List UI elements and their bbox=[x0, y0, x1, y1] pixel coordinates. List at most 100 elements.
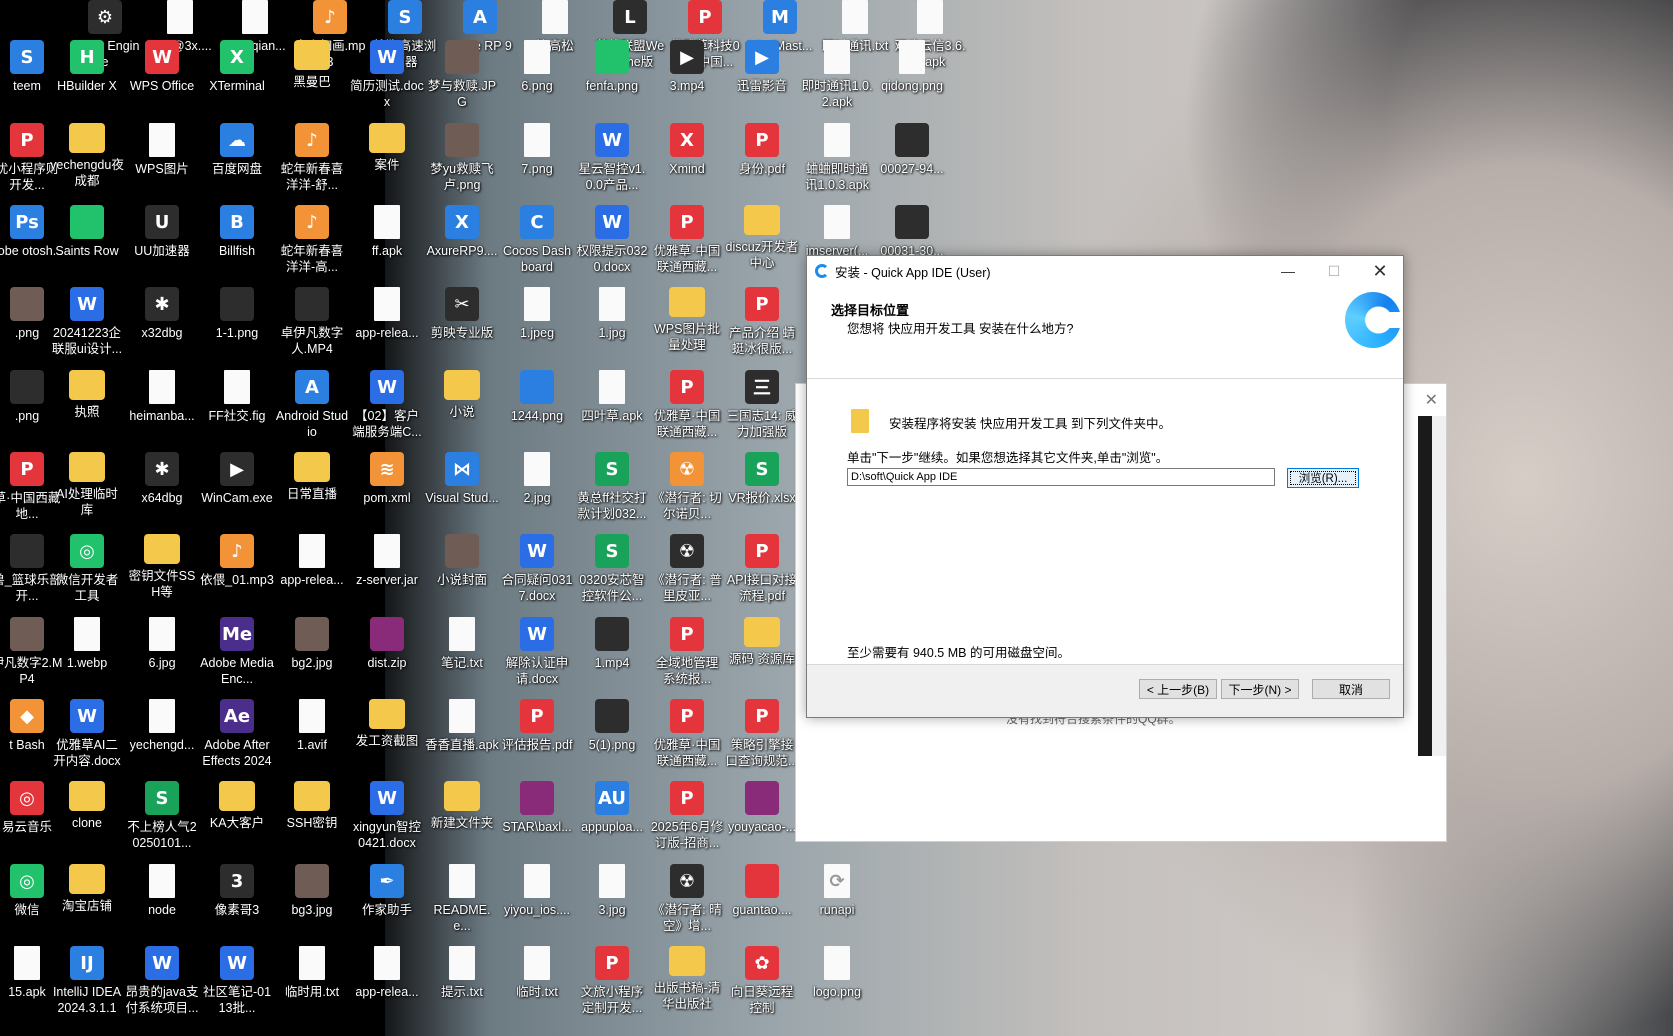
desktop-icon[interactable]: S 0320安芯智控软件公... bbox=[575, 534, 649, 604]
desktop-icon[interactable]: W 20241223企联服ui设计... bbox=[50, 287, 124, 357]
desktop-icon[interactable]: P 2025年6月修订版-招商... bbox=[650, 781, 724, 851]
desktop-icon[interactable]: 源码 资源库 bbox=[725, 617, 799, 667]
desktop-icon[interactable]: 1.mp4 bbox=[575, 617, 649, 671]
desktop-icon[interactable]: P 优雅草·中国联通西藏... bbox=[650, 370, 724, 440]
desktop-icon[interactable]: youyacao-... bbox=[725, 781, 799, 835]
desktop-icon[interactable]: ▶ 3.mp4 bbox=[650, 40, 724, 94]
desktop-icon[interactable]: P 评估报告.pdf bbox=[500, 699, 574, 753]
desktop-icon[interactable]: 1.jpeg bbox=[500, 287, 574, 341]
desktop-icon[interactable]: AI处理临时库 bbox=[50, 452, 124, 518]
desktop-icon[interactable]: P 文旅小程序定制开发... bbox=[575, 946, 649, 1016]
next-button[interactable]: 下一步(N) > bbox=[1221, 679, 1299, 699]
desktop-icon[interactable]: 00031-30... bbox=[875, 205, 949, 259]
cancel-button[interactable]: 取消 bbox=[1312, 679, 1390, 699]
desktop-icon[interactable]: 1.avif bbox=[275, 699, 349, 753]
desktop-icon[interactable]: U UU加速器 bbox=[125, 205, 199, 259]
desktop-icon[interactable]: P 优雅草·中国联通西藏... bbox=[650, 205, 724, 275]
desktop-icon[interactable]: clone bbox=[50, 781, 124, 831]
desktop-icon[interactable]: 案件 bbox=[350, 123, 424, 173]
desktop-icon[interactable]: 1-1.png bbox=[200, 287, 274, 341]
desktop-icon[interactable]: Me Adobe Media Enc... bbox=[200, 617, 274, 687]
desktop-icon[interactable]: dist.zip bbox=[350, 617, 424, 671]
scrollbar[interactable] bbox=[1432, 416, 1446, 756]
desktop-icon[interactable]: W 权限提示0320.docx bbox=[575, 205, 649, 275]
desktop-icon[interactable]: 小说 bbox=[425, 370, 499, 420]
desktop-icon[interactable]: yechengdu夜成都 bbox=[50, 123, 124, 189]
desktop-icon[interactable]: ☁ 百度网盘 bbox=[200, 123, 274, 177]
desktop-icon[interactable]: 密钥文件SSH等 bbox=[125, 534, 199, 600]
desktop-icon[interactable]: 即时通讯1.0.2.apk bbox=[800, 40, 874, 110]
desktop-icon[interactable]: W 昂贵的java支付系统项目... bbox=[125, 946, 199, 1016]
desktop-icon[interactable]: 临时.txt bbox=[500, 946, 574, 1000]
desktop-icon[interactable]: yechengd... bbox=[125, 699, 199, 753]
desktop-icon[interactable]: ≋ pom.xml bbox=[350, 452, 424, 506]
desktop-icon[interactable]: ✱ x32dbg bbox=[125, 287, 199, 341]
desktop-icon[interactable]: P 策略引擎接口查询规范... bbox=[725, 699, 799, 769]
desktop-icon[interactable]: SSH密钥 bbox=[275, 781, 349, 831]
desktop-icon[interactable]: z-server.jar bbox=[350, 534, 424, 588]
desktop-icon[interactable]: heimanba... bbox=[125, 370, 199, 424]
browse-button[interactable]: 浏览(R)... bbox=[1287, 468, 1359, 488]
desktop-icon[interactable]: fenfa.png bbox=[575, 40, 649, 94]
desktop-icon[interactable]: 三三国志14: 威力加强版 bbox=[725, 370, 799, 440]
desktop-icon[interactable]: 2.jpg bbox=[500, 452, 574, 506]
desktop-icon[interactable]: 梦yu救赎飞卢.png bbox=[425, 123, 499, 193]
desktop-icon[interactable]: 6.png bbox=[500, 40, 574, 94]
desktop-icon[interactable]: S 黄总ff社交打款计划032... bbox=[575, 452, 649, 522]
desktop-icon[interactable]: W 【02】客户端服务端C... bbox=[350, 370, 424, 440]
desktop-icon[interactable]: ▶ WinCam.exe bbox=[200, 452, 274, 506]
desktop-icon[interactable]: 四叶草.apk bbox=[575, 370, 649, 424]
desktop-icon[interactable]: 梦与救赎.JPG bbox=[425, 40, 499, 110]
desktop-icon[interactable]: 黑曼巴 bbox=[275, 40, 349, 90]
desktop-icon[interactable]: W 合同疑问0317.docx bbox=[500, 534, 574, 604]
desktop-icon[interactable]: W 解除认证申请.docx bbox=[500, 617, 574, 687]
desktop-icon[interactable]: ✂ 剪映专业版 bbox=[425, 287, 499, 341]
back-button[interactable]: < 上一步(B) bbox=[1139, 679, 1217, 699]
desktop-icon[interactable]: qidong.png bbox=[875, 40, 949, 94]
desktop-icon[interactable]: H HBuilder X bbox=[50, 40, 124, 94]
desktop-icon[interactable]: WPS图片 bbox=[125, 123, 199, 177]
desktop-icon[interactable]: README.e... bbox=[425, 864, 499, 934]
maximize-button[interactable]: ☐ bbox=[1311, 256, 1357, 286]
close-button[interactable]: ✕ bbox=[1357, 256, 1403, 286]
desktop-icon[interactable]: 临时用.txt bbox=[275, 946, 349, 1000]
desktop-icon[interactable]: 3.jpg bbox=[575, 864, 649, 918]
desktop-icon[interactable]: logo.png bbox=[800, 946, 874, 1000]
desktop-icon[interactable]: 笔记.txt bbox=[425, 617, 499, 671]
desktop-icon[interactable]: 1.jpg bbox=[575, 287, 649, 341]
desktop-icon[interactable]: ☢ 《潜行者: 晴空》增... bbox=[650, 864, 724, 934]
desktop-icon[interactable]: yiyou_ios.... bbox=[500, 864, 574, 918]
title-bar[interactable]: 安装 - Quick App IDE (User) — ☐ ✕ bbox=[807, 256, 1403, 286]
desktop-icon[interactable]: FF社交.fig bbox=[200, 370, 274, 424]
desktop-icon[interactable]: W 优雅草AI二开内容.docx bbox=[50, 699, 124, 769]
desktop-icon[interactable]: ff.apk bbox=[350, 205, 424, 259]
desktop-icon[interactable]: S VR报价.xlsx bbox=[725, 452, 799, 506]
desktop-icon[interactable]: W WPS Office bbox=[125, 40, 199, 94]
desktop-icon[interactable]: 小说封面 bbox=[425, 534, 499, 588]
desktop-icon[interactable]: bg3.jpg bbox=[275, 864, 349, 918]
desktop-icon[interactable]: 香香直播.apk bbox=[425, 699, 499, 753]
desktop-icon[interactable]: 蛐蛐即时通讯1.0.3.apk bbox=[800, 123, 874, 193]
desktop-icon[interactable]: 淘宝店铺 bbox=[50, 864, 124, 914]
desktop-icon[interactable]: P 优雅草·中国联通西藏... bbox=[650, 699, 724, 769]
desktop-icon[interactable]: ☢ 《潜行者: 切尔诺贝... bbox=[650, 452, 724, 522]
desktop-icon[interactable]: node bbox=[125, 864, 199, 918]
desktop-icon[interactable]: ⋈ Visual Stud... bbox=[425, 452, 499, 506]
install-path-input[interactable] bbox=[847, 468, 1275, 486]
desktop-icon[interactable]: app-relea... bbox=[350, 287, 424, 341]
desktop-icon[interactable]: ✱ x64dbg bbox=[125, 452, 199, 506]
desktop-icon[interactable]: imserver(... bbox=[800, 205, 874, 259]
desktop-icon[interactable]: Wxingyun智控0421.docx bbox=[350, 781, 424, 851]
desktop-icon[interactable]: W 社区笔记-0113批... bbox=[200, 946, 274, 1016]
desktop-icon[interactable]: Ae Adobe After Effects 2024 bbox=[200, 699, 274, 769]
desktop-icon[interactable]: C Cocos Dashboard bbox=[500, 205, 574, 275]
desktop-icon[interactable]: 出版书稿-清华出版社 bbox=[650, 946, 724, 1012]
desktop-icon[interactable]: app-relea... bbox=[350, 946, 424, 1000]
desktop-icon[interactable]: 1244.png bbox=[500, 370, 574, 424]
minimize-button[interactable]: — bbox=[1265, 256, 1311, 286]
desktop-icon[interactable]: 新建文件夹 bbox=[425, 781, 499, 831]
desktop-icon[interactable]: ⟳ runapi bbox=[800, 864, 874, 918]
desktop-icon[interactable]: 日常直播 bbox=[275, 452, 349, 502]
desktop-icon[interactable]: 5(1).png bbox=[575, 699, 649, 753]
desktop-icon[interactable]: 00027-94... bbox=[875, 123, 949, 177]
